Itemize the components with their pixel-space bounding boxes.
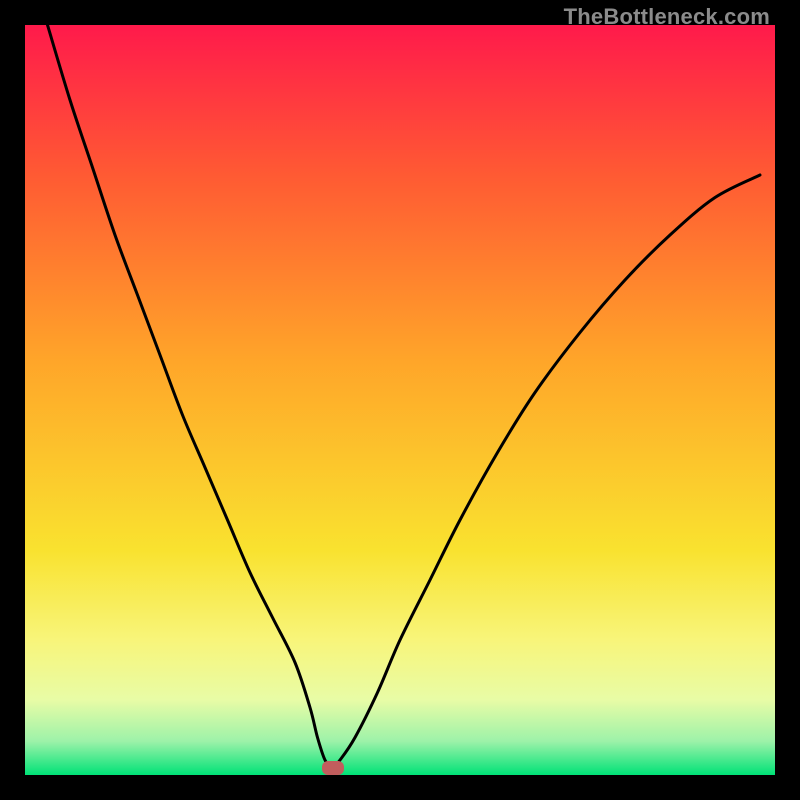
bottleneck-plot	[25, 25, 775, 775]
watermark-text: TheBottleneck.com	[564, 4, 770, 30]
chart-frame	[25, 25, 775, 775]
gradient-background	[25, 25, 775, 775]
optimal-point-marker	[322, 761, 344, 775]
